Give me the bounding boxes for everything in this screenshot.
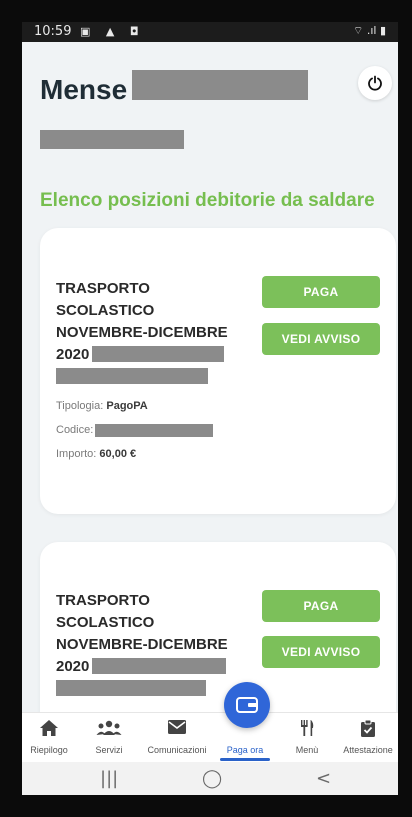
importo-value: 60,00 € [99,448,137,460]
clipboard-check-icon [361,719,375,737]
nav-item-comunicazioni[interactable]: Comunicazioni [144,713,210,763]
redacted-card-detail [56,368,208,384]
active-tab-indicator [220,758,270,761]
app-screen: 10:59 ▣ ▲ ◘ ⌔ .ıl ▮ Mense Elenco posizio… [22,22,398,795]
nav-item-riepilogo[interactable]: Riepilogo [24,713,74,763]
pay-button[interactable]: PAGA [262,276,380,308]
signal-battery-icon: ⌔ .ıl ▮ [353,24,386,37]
page-title: Mense [40,74,128,105]
home-button[interactable]: ◯ [202,768,222,789]
nav-label: Comunicazioni [147,745,207,755]
section-title: Elenco posizioni debitorie da saldare [40,190,375,211]
wallet-icon [236,697,258,713]
status-bar: 10:59 ▣ ▲ ◘ ⌔ .ıl ▮ [22,22,398,42]
nav-item-attestazione[interactable]: Attestazione [340,713,396,763]
tipologia-value: PagoPA [106,400,148,412]
redacted-title-suffix [132,70,308,100]
nav-label: Riepilogo [30,745,68,755]
card-title-line: TRASPORTO [56,280,150,297]
frame-border-left [0,0,22,817]
nav-label: Menù [295,745,319,755]
card-title-line: SCOLASTICO [56,614,155,631]
codice-row: Codice: [56,424,93,436]
codice-label: Codice: [56,424,94,436]
card-title-line: TRASPORTO [56,592,150,609]
cutlery-icon [301,720,314,736]
mail-icon [168,720,186,734]
redacted-codice-value [95,424,213,437]
frame-border-bottom [0,795,412,817]
view-notice-button[interactable]: VEDI AVVISO [262,636,380,668]
redacted-user-name [40,130,184,149]
notification-icons: ▣ ▲ ◘ [80,25,145,38]
pay-button[interactable]: PAGA [262,590,380,622]
nav-item-servizi[interactable]: Servizi [84,713,134,763]
android-navigation-bar: ||| ◯ < [22,762,398,795]
back-button[interactable]: < [316,768,331,789]
view-notice-button[interactable]: VEDI AVVISO [262,323,380,355]
frame-border-top [0,0,412,22]
nav-item-menu[interactable]: Menù [284,713,330,763]
pay-now-fab[interactable] [224,682,270,728]
card-title-line: NOVEMBRE-DICEMBRE [56,324,228,341]
card-title-line: NOVEMBRE-DICEMBRE [56,636,228,653]
nav-label: Attestazione [343,745,393,755]
importo-row: Importo: 60,00 € [56,448,136,460]
importo-label: Importo: [56,448,97,460]
tipologia-label: Tipologia: [56,400,104,412]
redacted-card-detail [92,658,226,674]
redacted-card-detail [92,346,224,362]
people-icon [96,720,122,735]
tipologia-row: Tipologia: PagoPA [56,400,148,412]
redacted-card-detail [56,680,206,696]
frame-border-right [398,0,412,817]
card-title-line: SCOLASTICO [56,302,155,319]
home-icon [40,720,58,736]
bottom-navigation: Riepilogo Servizi Comunicazioni Paga ora… [22,712,398,762]
recents-button[interactable]: ||| [100,768,118,789]
status-time: 10:59 [34,24,72,39]
nav-label: Servizi [95,745,123,755]
logout-button[interactable] [358,66,392,100]
phone-frame: 10:59 ▣ ▲ ◘ ⌔ .ıl ▮ Mense Elenco posizio… [0,0,412,817]
nav-label: Paga ora [226,745,264,755]
power-icon [368,75,382,91]
debt-card: TRASPORTO SCOLASTICO NOVEMBRE-DICEMBRE 2… [40,228,396,514]
